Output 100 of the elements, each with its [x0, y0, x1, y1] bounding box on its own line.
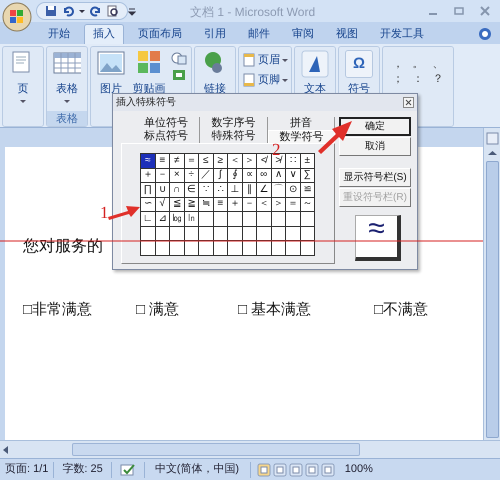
- symbol-cell[interactable]: ∥: [242, 183, 257, 198]
- symbol-cell[interactable]: ∪: [156, 183, 170, 198]
- dialog-tab[interactable]: 数字序号: [200, 117, 268, 130]
- symbol-cell[interactable]: [170, 241, 184, 256]
- symbol-cell[interactable]: ±: [300, 154, 315, 168]
- web-layout-icon[interactable]: [288, 462, 303, 476]
- dialog-tab[interactable]: 标点符号: [133, 130, 200, 143]
- page-count[interactable]: 页面: 1/1: [0, 461, 54, 478]
- symbol-button[interactable]: 、: [432, 58, 444, 71]
- print-preview-icon[interactable]: [107, 5, 119, 17]
- scroll-thumb[interactable]: [486, 161, 498, 438]
- symbol-cell[interactable]: [141, 241, 156, 256]
- symbol-cell[interactable]: ≒: [199, 198, 214, 212]
- link-button[interactable]: 链接: [198, 50, 232, 111]
- text-button[interactable]: 文本: [298, 50, 332, 111]
- undo-icon[interactable]: [62, 5, 74, 17]
- symbol-cell[interactable]: ＋: [141, 168, 156, 183]
- symbol-cell[interactable]: ∟: [141, 212, 156, 226]
- symbol-button[interactable]: 。: [412, 58, 424, 71]
- dialog-tab[interactable]: 数学符号: [268, 130, 336, 143]
- page-button[interactable]: 页: [6, 50, 40, 111]
- table-button[interactable]: 表格: [50, 50, 84, 111]
- symbol-cell[interactable]: ≤: [199, 154, 214, 168]
- ribbon-tab[interactable]: 插入: [84, 24, 124, 44]
- symbol-button[interactable]: ，: [392, 58, 404, 71]
- symbol-cell[interactable]: ＜: [228, 154, 242, 168]
- symbol-cell[interactable]: [272, 212, 286, 226]
- ribbon-tab[interactable]: 开始: [40, 24, 78, 44]
- symbol-cell[interactable]: [286, 212, 300, 226]
- symbol-cell[interactable]: ∴: [214, 183, 228, 198]
- symbol-cell[interactable]: [199, 241, 214, 256]
- symbol-cell[interactable]: ≦: [170, 198, 184, 212]
- symbol-cell[interactable]: ∠: [257, 183, 272, 198]
- symbol-cell[interactable]: ＞: [242, 154, 257, 168]
- symbol-cell[interactable]: ∨: [286, 168, 300, 183]
- symbol-button[interactable]: ：: [412, 73, 424, 86]
- symbol-button[interactable]: Ω 符号: [342, 50, 376, 111]
- symbol-cell[interactable]: ≌: [300, 183, 315, 198]
- symbol-cell[interactable]: ⊥: [228, 183, 242, 198]
- symbol-cell[interactable]: ∮: [228, 168, 242, 183]
- symbol-cell[interactable]: [228, 212, 242, 226]
- symbol-cell[interactable]: ⌒: [272, 183, 286, 198]
- symbol-cell[interactable]: ∞: [257, 168, 272, 183]
- ribbon-tab[interactable]: 视图: [328, 24, 366, 44]
- ribbon-tab[interactable]: 审阅: [284, 24, 322, 44]
- language-indicator[interactable]: 中文(简体，中国): [144, 461, 250, 478]
- proofing-icon[interactable]: [120, 462, 136, 476]
- symbol-cell[interactable]: ≡: [156, 154, 170, 168]
- ribbon-tab[interactable]: 邮件: [240, 24, 278, 44]
- symbol-cell[interactable]: ＝: [286, 198, 300, 212]
- dialog-tab[interactable]: 单位符号: [133, 117, 200, 130]
- symbol-cell[interactable]: [214, 212, 228, 226]
- symbol-cell[interactable]: [286, 241, 300, 256]
- redo-icon[interactable]: [90, 5, 102, 17]
- symbol-cell[interactable]: ∏: [141, 183, 156, 198]
- dialog-button[interactable]: 取消: [339, 137, 411, 156]
- shapes-icon[interactable]: [170, 50, 188, 82]
- symbol-cell[interactable]: ∷: [286, 154, 300, 168]
- symbol-cell[interactable]: ㏒: [170, 212, 184, 226]
- symbol-button[interactable]: ？: [432, 73, 444, 86]
- symbol-cell[interactable]: ／: [199, 168, 214, 183]
- symbol-cell[interactable]: ≈: [141, 154, 156, 168]
- horizontal-scrollbar[interactable]: [0, 440, 500, 458]
- symbol-cell[interactable]: [199, 212, 214, 226]
- dialog-button[interactable]: 显示符号栏(S): [339, 168, 411, 187]
- symbol-cell[interactable]: ∩: [170, 183, 184, 198]
- symbol-button[interactable]: ；: [392, 73, 404, 86]
- reading-layout-icon[interactable]: [272, 462, 287, 476]
- vertical-scrollbar[interactable]: [483, 128, 500, 440]
- symbol-cell[interactable]: ×: [170, 168, 184, 183]
- ruler-toggle-icon[interactable]: [486, 132, 498, 145]
- word-count[interactable]: 字数: 25: [54, 461, 111, 478]
- ribbon-tab[interactable]: 页面布局: [130, 24, 190, 44]
- symbol-cell[interactable]: [257, 241, 272, 256]
- symbol-cell[interactable]: ＋: [228, 198, 242, 212]
- print-layout-icon[interactable]: [256, 462, 271, 476]
- symbol-cell[interactable]: ≯: [272, 154, 286, 168]
- scroll-up-icon[interactable]: [486, 149, 498, 157]
- symbol-cell[interactable]: ∵: [199, 183, 214, 198]
- footer-button[interactable]: 页脚: [242, 72, 288, 88]
- symbol-cell[interactable]: ≠: [170, 154, 184, 168]
- help-icon[interactable]: [478, 27, 492, 41]
- close-icon[interactable]: [403, 97, 414, 108]
- ribbon-tab[interactable]: 开发工具: [372, 24, 432, 44]
- zoom-level[interactable]: 100%: [340, 461, 377, 478]
- scroll-thumb[interactable]: [72, 443, 360, 456]
- symbol-cell[interactable]: ∈: [184, 183, 199, 198]
- symbol-cell[interactable]: ＜: [257, 198, 272, 212]
- dialog-button[interactable]: 确定: [339, 117, 411, 136]
- outline-icon[interactable]: [304, 462, 319, 476]
- symbol-cell[interactable]: [257, 212, 272, 226]
- symbol-cell[interactable]: ㏑: [184, 212, 199, 226]
- symbol-cell[interactable]: ≮: [257, 154, 272, 168]
- header-button[interactable]: 页眉: [242, 52, 288, 68]
- ribbon-tab[interactable]: 引用: [196, 24, 234, 44]
- draft-icon[interactable]: [320, 462, 335, 476]
- symbol-cell[interactable]: ＝: [184, 154, 199, 168]
- symbol-cell[interactable]: [228, 241, 242, 256]
- symbol-cell[interactable]: ∽: [141, 198, 156, 212]
- symbol-cell[interactable]: ≥: [214, 154, 228, 168]
